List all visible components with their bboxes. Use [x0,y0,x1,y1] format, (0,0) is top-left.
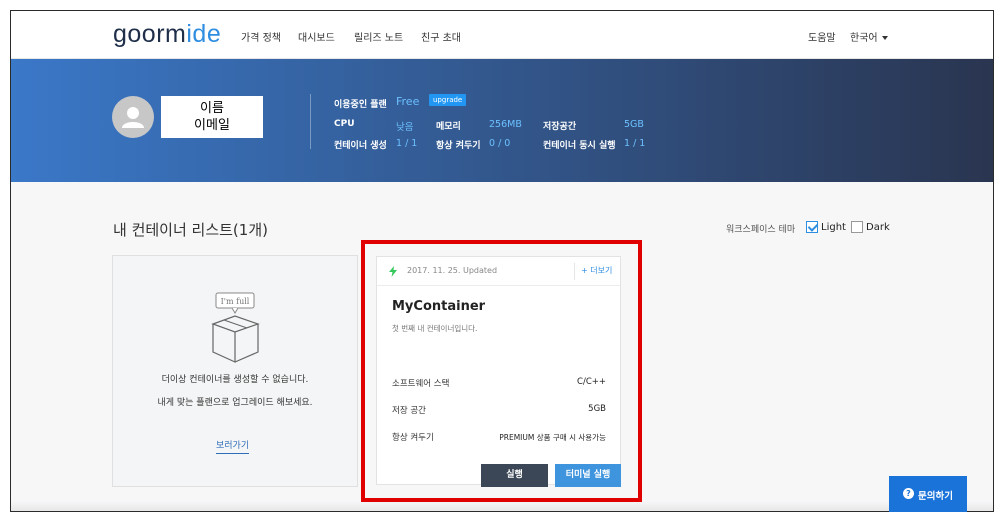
always-on-value: 0 / 0 [489,138,511,149]
plan-name: Free [396,95,420,108]
top-nav: goormide 가격 정책 대시보드 릴리즈 노트 친구 초대 도움말 한국어 [11,11,993,59]
banner-divider [310,94,311,149]
container-description: 첫 번째 내 컨테이너입니다. [392,324,478,333]
theme-light-checkbox[interactable] [806,221,818,233]
nav-release-notes[interactable]: 릴리즈 노트 [354,29,403,44]
user-icon [122,107,144,128]
profile-namebox: 이름 이메일 [161,96,263,138]
storage-label: 저장공간 [543,122,577,132]
profile-name: 이름 [200,101,224,116]
more-button[interactable]: + 더보기 [581,265,612,276]
run-button[interactable]: 실행 [481,464,548,487]
storage-value: 5GB [624,119,644,130]
cpu-label: CPU [334,119,355,129]
always-on-row-value: PREMIUM 상품 구매 시 사용가능 [499,433,606,442]
container-name: MyContainer [392,299,486,314]
container-create-value: 1 / 1 [396,138,418,149]
storage-row-label: 저장 공간 [392,406,426,416]
app-window: goormide 가격 정책 대시보드 릴리즈 노트 친구 초대 도움말 한국어… [10,10,994,512]
concurrent-label: 컨테이너 동시 실행 [543,141,616,151]
question-icon: ? [903,488,914,499]
nav-help[interactable]: 도움말 [808,29,836,44]
memory-label: 메모리 [436,122,461,132]
header-divider [574,263,575,280]
stack-label: 소프트웨어 스택 [392,379,450,389]
nav-pricing[interactable]: 가격 정책 [241,29,281,44]
upgrade-button[interactable]: upgrade [429,94,467,106]
container-list-title: 내 컨테이너 리스트(1개) [113,221,268,239]
updated-date: 2017. 11. 25. Updated [407,266,498,275]
avatar [112,96,154,138]
chevron-down-icon [881,36,888,40]
plan-label: 이용중인 플랜 [334,100,387,110]
full-message-2: 내게 맞는 플랜으로 업그레이드 해보세요. [157,398,313,408]
theme-dark-checkbox[interactable] [851,221,863,233]
container-create-label: 컨테이너 생성 [334,141,387,151]
nav-dashboard[interactable]: 대시보드 [298,29,335,44]
full-message-1: 더이상 컨테이너를 생성할 수 없습니다. [161,375,309,385]
logo-accent: ide [186,20,222,48]
theme-dark-label[interactable]: Dark [866,222,890,233]
browse-plans-link[interactable]: 보러가기 [216,438,250,454]
inquiry-label: 문의하기 [918,491,953,502]
goormide-logo[interactable]: goormide [113,20,221,49]
stack-value: C/C++ [577,377,606,387]
nav-invite-friends[interactable]: 친구 초대 [421,29,461,44]
bottom-shadow [11,501,993,511]
concurrent-value: 1 / 1 [624,138,646,149]
language-label: 한국어 [850,33,878,44]
container-card[interactable]: 2017. 11. 25. Updated + 더보기 MyContainer … [376,256,621,487]
storage-row-value: 5GB [588,404,606,414]
cpu-value: 낮음 [396,122,414,133]
inquiry-button[interactable]: ? 문의하기 [889,476,967,512]
container-card-header: 2017. 11. 25. Updated + 더보기 [377,257,620,286]
theme-label: 워크스페이스 테마 [726,225,796,235]
memory-value: 256MB [489,119,522,130]
theme-light-label[interactable]: Light [821,222,846,233]
terminal-button[interactable]: 터미널 실행 [555,464,621,487]
always-on-row-label: 항상 켜두기 [392,433,434,443]
profile-banner: 이름 이메일 이용중인 플랜 Free upgrade CPU 낮음 메모리 2… [11,59,993,182]
logo-main: goorm [113,20,187,48]
lightning-icon [389,266,397,277]
profile-email: 이메일 [194,118,230,133]
full-badge-text: I'm full [221,297,250,306]
language-select[interactable]: 한국어 [850,29,888,44]
always-on-label: 항상 켜두기 [436,141,481,151]
container-full-card: I'm full 더이상 컨테이너를 생성할 수 없습니다. 내게 맞는 플랜으… [112,255,358,487]
full-box-icon: I'm full [211,292,260,363]
